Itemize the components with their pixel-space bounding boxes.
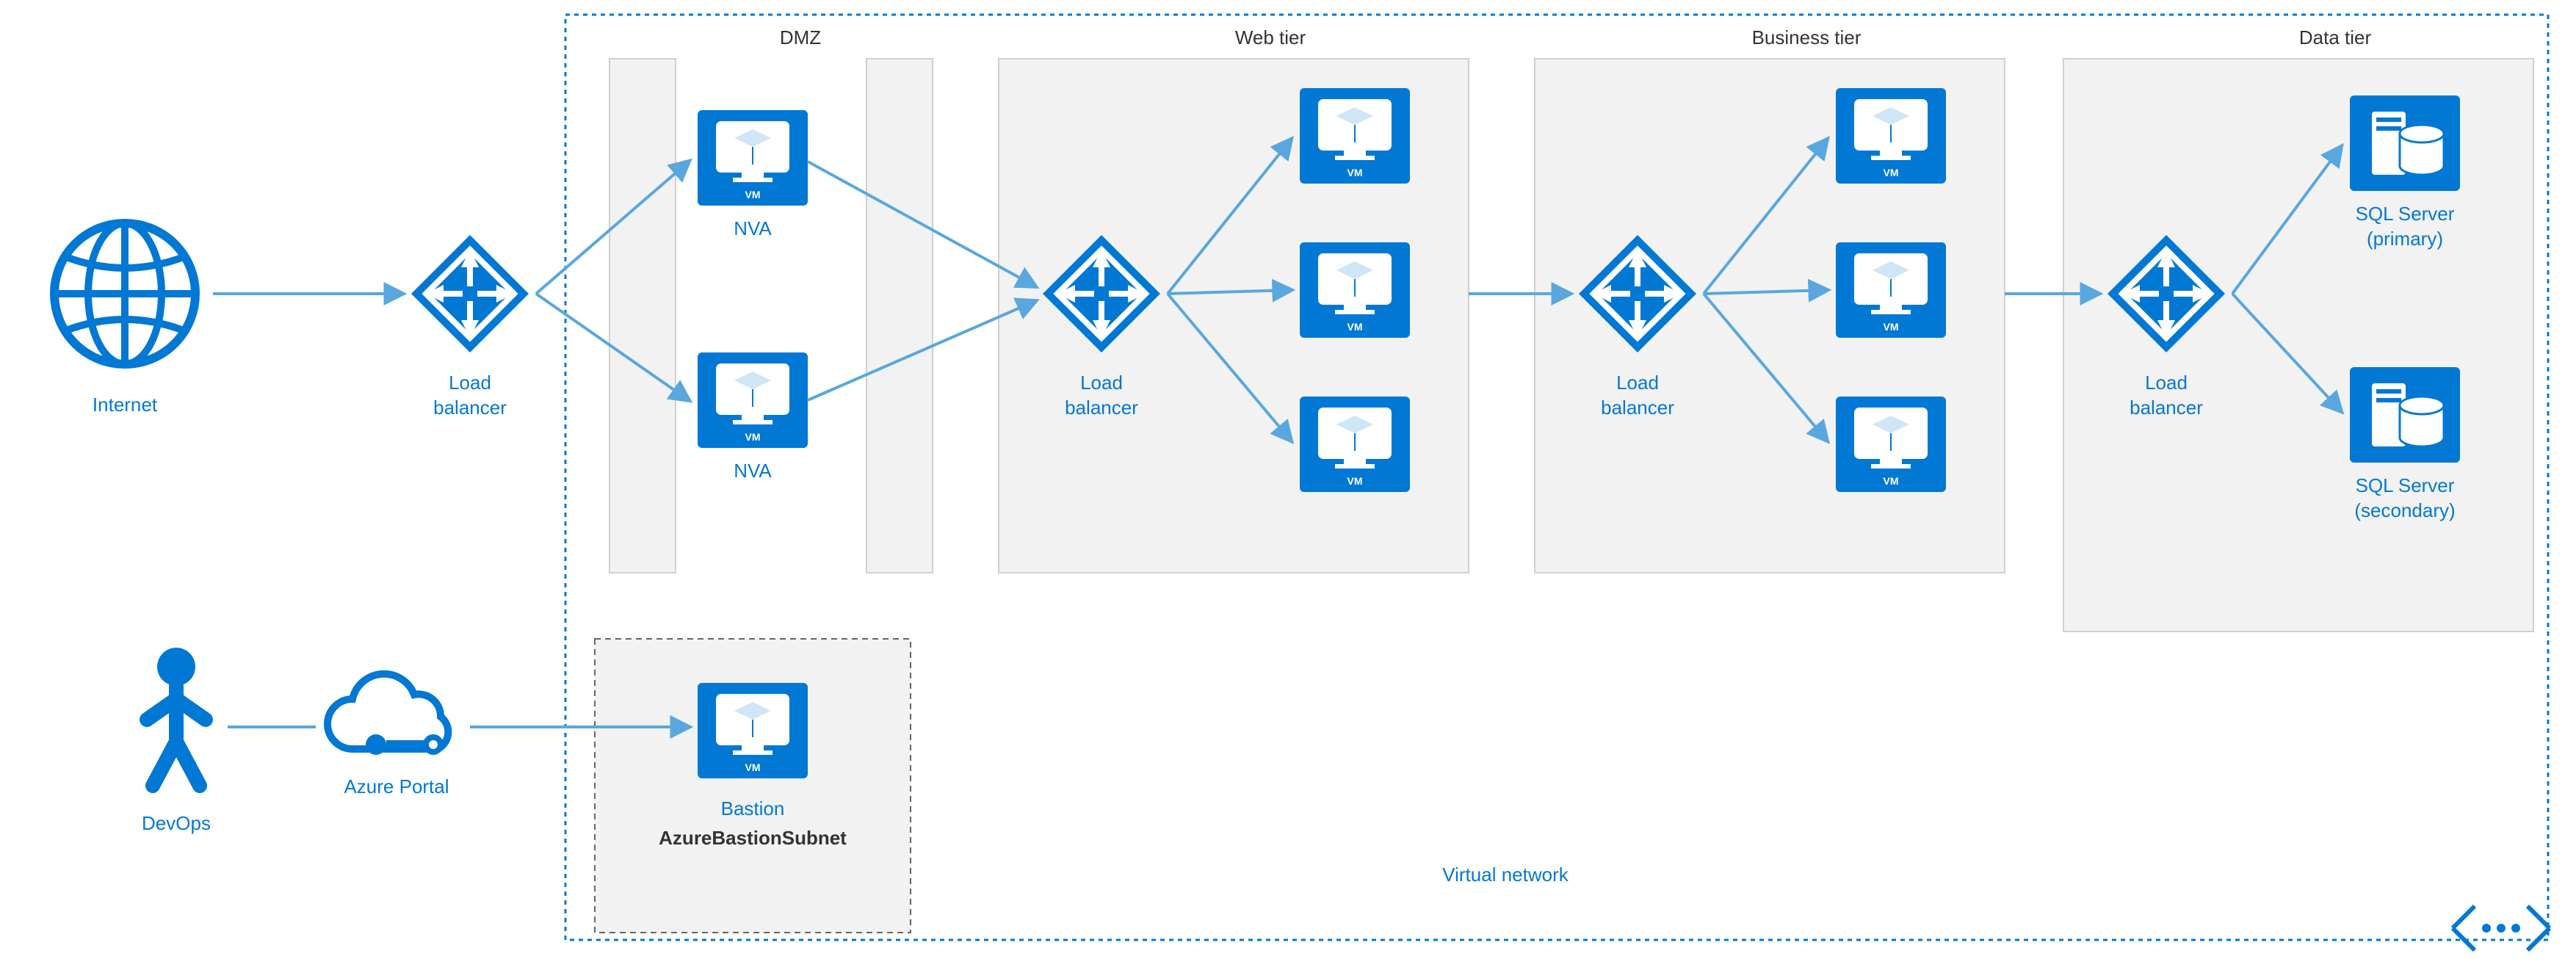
tier-header-data: Data tier	[2299, 26, 2372, 48]
web-vm-1	[1300, 88, 1410, 184]
internet-label: Internet	[93, 394, 158, 416]
svg-text:AzureBastionSubnet: AzureBastionSubnet	[659, 827, 847, 849]
biz-vm-3	[1836, 397, 1946, 492]
architecture-diagram: VM	[0, 0, 2576, 959]
devops-label: DevOps	[142, 812, 211, 834]
svg-text:Loadbalancer: Loadbalancer	[433, 372, 507, 419]
azure-portal-label: Azure Portal	[344, 775, 449, 797]
devops-person-icon	[147, 648, 206, 786]
nva-vm-1: NVA	[698, 110, 808, 239]
web-vm-2	[1300, 242, 1410, 338]
tier-header-web: Web tier	[1235, 26, 1306, 48]
svg-text:NVA: NVA	[734, 217, 772, 239]
virtual-network-label: Virtual network	[1442, 864, 1569, 886]
web-vm-3	[1300, 397, 1410, 492]
data-tier-panel	[2063, 59, 2533, 632]
internet-icon	[54, 223, 195, 364]
svg-text:NVA: NVA	[734, 460, 772, 482]
dmz-panel-right	[866, 59, 933, 573]
svg-text:Bastion: Bastion	[721, 797, 785, 819]
biz-vm-1	[1836, 88, 1946, 184]
nva-vm-2: NVA	[698, 352, 808, 482]
tier-header-dmz: DMZ	[780, 26, 821, 48]
vnet-endpoint-icon	[2453, 906, 2550, 950]
dmz-panel-left	[609, 59, 676, 573]
load-balancer-public: Loadbalancer	[411, 235, 529, 419]
tier-header-business: Business tier	[1752, 26, 1862, 48]
azure-portal-icon	[328, 674, 448, 755]
biz-vm-2	[1836, 242, 1946, 338]
